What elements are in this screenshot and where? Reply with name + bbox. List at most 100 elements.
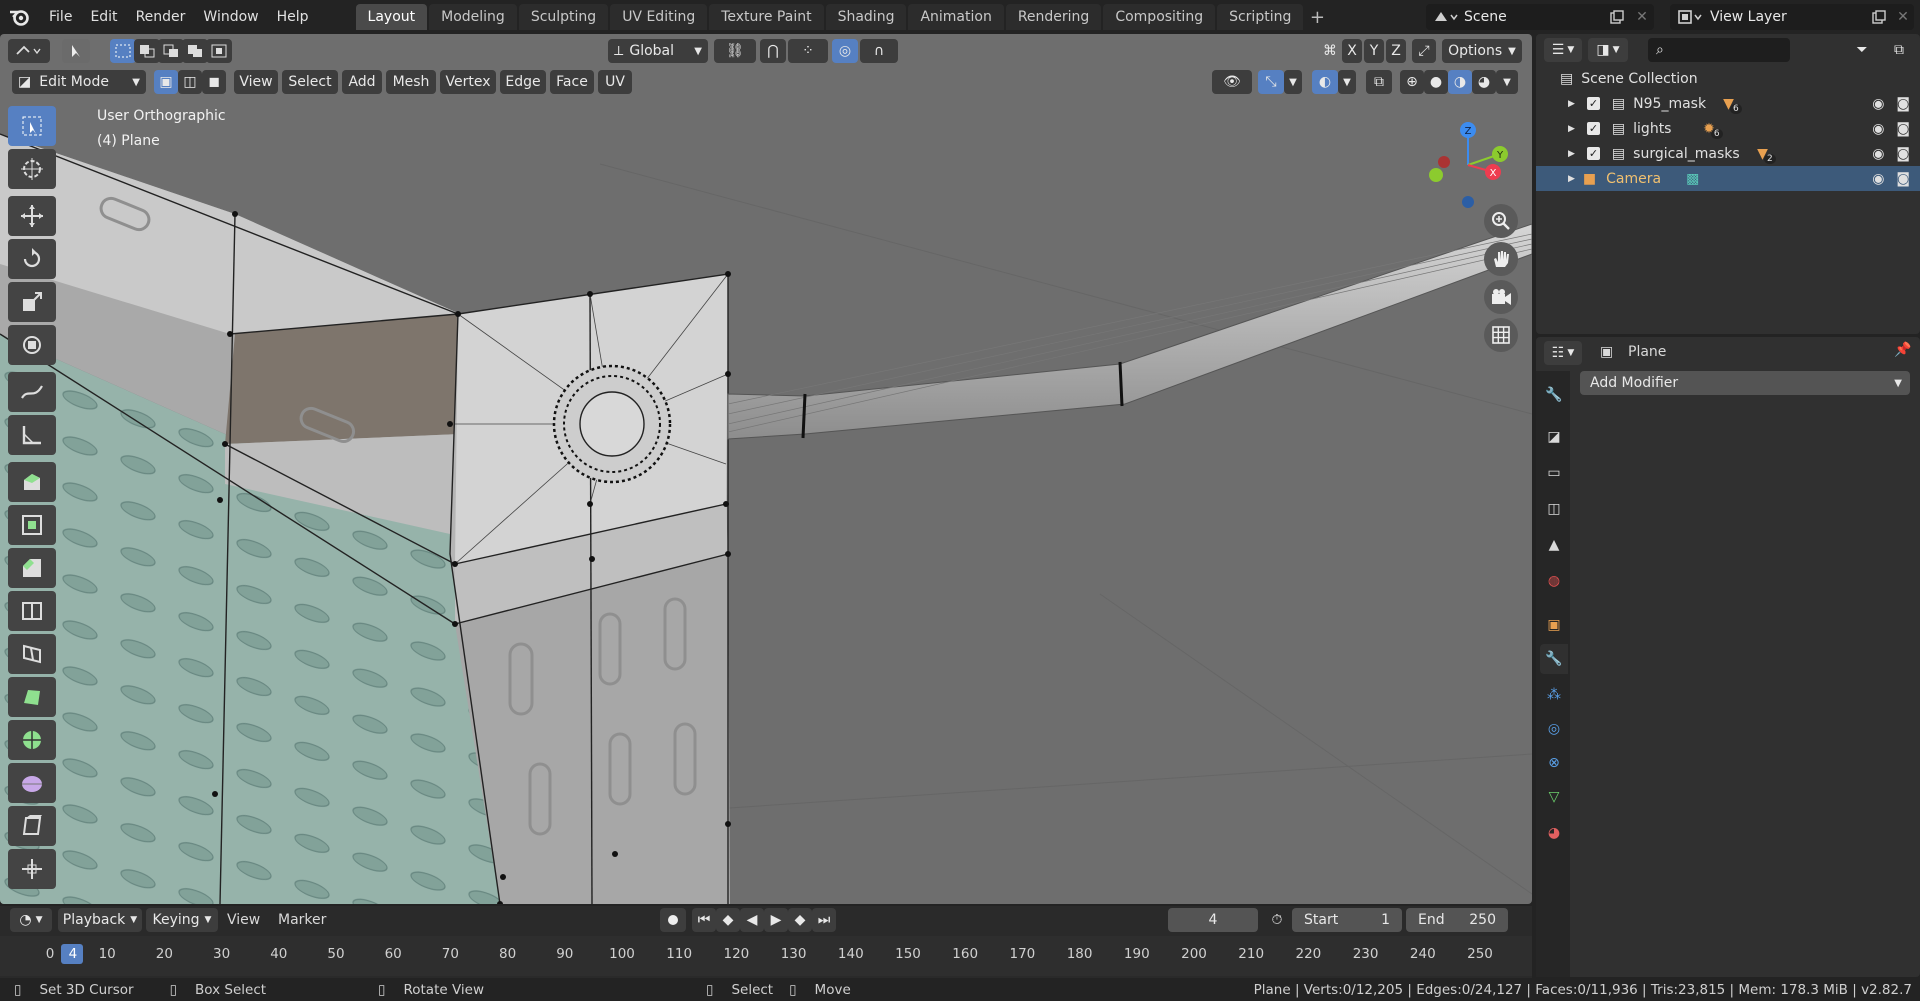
smooth-tool[interactable] bbox=[8, 763, 56, 803]
tab-output[interactable]: ▭ bbox=[1540, 458, 1568, 488]
tab-rendering[interactable]: Rendering bbox=[1005, 4, 1102, 30]
knife-tool[interactable] bbox=[8, 634, 56, 674]
menu-file[interactable]: File bbox=[40, 9, 81, 25]
timeline-view-menu[interactable]: View bbox=[227, 912, 260, 928]
menu-help[interactable]: Help bbox=[268, 9, 318, 25]
select-mode-new-button[interactable] bbox=[110, 39, 136, 63]
options-dropdown[interactable]: Options ▼ bbox=[1442, 39, 1522, 63]
rotate-tool[interactable] bbox=[8, 239, 56, 279]
rip-tool[interactable] bbox=[8, 849, 56, 889]
camera-render-icon[interactable]: ◙ bbox=[1896, 171, 1910, 187]
tab-animation[interactable]: Animation bbox=[908, 4, 1004, 30]
auto-merge-icon[interactable]: ⤢ bbox=[1412, 39, 1436, 63]
menu-vertex[interactable]: Vertex bbox=[440, 70, 496, 94]
menu-uv[interactable]: UV bbox=[598, 70, 632, 94]
tab-shading[interactable]: Shading bbox=[825, 4, 907, 30]
blender-logo-icon[interactable] bbox=[0, 0, 40, 34]
tab-particles[interactable]: ⁂ bbox=[1540, 680, 1568, 710]
pivot-point-dropdown[interactable]: ⛓ bbox=[714, 39, 756, 63]
tab-object[interactable]: ▣ bbox=[1540, 610, 1568, 640]
view-layer-name[interactable]: View Layer bbox=[1710, 9, 1866, 25]
checkbox[interactable]: ✓ bbox=[1586, 122, 1600, 135]
mirror-y-toggle[interactable]: Y bbox=[1364, 39, 1384, 63]
start-frame-field[interactable]: Start 1 bbox=[1292, 908, 1402, 932]
select-mode-invert-button[interactable] bbox=[182, 39, 208, 63]
extrude-tool[interactable] bbox=[8, 462, 56, 502]
tab-scene[interactable]: ▲ bbox=[1540, 530, 1568, 560]
camera-render-icon[interactable]: ◙ bbox=[1896, 96, 1910, 112]
tab-tool[interactable]: 🔧 bbox=[1540, 380, 1568, 410]
eye-icon[interactable]: ◉ bbox=[1872, 146, 1884, 162]
outliner-item-lights[interactable]: ▶ ✓ ▤ lights ✹ 6 ◉ ◙ bbox=[1536, 116, 1920, 141]
jump-end-button[interactable]: ⏭ bbox=[812, 908, 836, 932]
menu-view[interactable]: View bbox=[234, 70, 278, 94]
gizmo-dropdown[interactable]: ▼ bbox=[1284, 70, 1302, 94]
select-box-tool[interactable] bbox=[8, 106, 56, 146]
mirror-z-toggle[interactable]: Z bbox=[1386, 39, 1406, 63]
filter-dropdown[interactable]: ⏷ bbox=[1842, 38, 1882, 62]
shading-dropdown[interactable]: ▼ bbox=[1496, 70, 1518, 94]
ortho-grid-icon[interactable] bbox=[1484, 318, 1518, 352]
outliner-item-n95-mask[interactable]: ▶ ✓ ▤ N95_mask ▼ 6 ◉ ◙ bbox=[1536, 91, 1920, 116]
frame-ruler[interactable]: 0 4 10 20 30 40 50 60 70 80 90 100 110 120 130 140 150 16… bbox=[0, 936, 1532, 976]
new-scene-icon[interactable] bbox=[1604, 10, 1630, 24]
scene-collection-row[interactable]: ▤ Scene Collection bbox=[1536, 66, 1920, 91]
eye-icon[interactable]: ◉ bbox=[1872, 171, 1884, 187]
xray-toggle[interactable]: ⧉ bbox=[1366, 70, 1392, 94]
camera-render-icon[interactable]: ◙ bbox=[1896, 146, 1910, 162]
outliner-search-input[interactable]: ⌕ bbox=[1648, 38, 1790, 62]
mode-dropdown[interactable]: ◪ Edit Mode ▼ bbox=[12, 70, 146, 94]
menu-edge[interactable]: Edge bbox=[500, 70, 546, 94]
overlays-toggle[interactable]: ◐ bbox=[1312, 70, 1338, 94]
outliner-item-camera[interactable]: ▶ ■ Camera ▩ ◉ ◙ bbox=[1536, 166, 1920, 191]
spin-tool[interactable] bbox=[8, 720, 56, 760]
navigation-gizmo[interactable]: Z Y X bbox=[1418, 110, 1518, 210]
inset-tool[interactable] bbox=[8, 505, 56, 545]
tab-physics[interactable]: ◎ bbox=[1540, 714, 1568, 744]
menu-window[interactable]: Window bbox=[194, 9, 267, 25]
snap-target-dropdown[interactable]: ⁘ bbox=[788, 39, 828, 63]
loop-cut-tool[interactable] bbox=[8, 591, 56, 631]
visibility-dropdown[interactable]: 👁 bbox=[1212, 70, 1252, 94]
end-frame-field[interactable]: End 250 bbox=[1406, 908, 1508, 932]
new-view-layer-icon[interactable] bbox=[1866, 10, 1892, 24]
cursor-tool[interactable] bbox=[8, 149, 56, 189]
checkbox[interactable]: ✓ bbox=[1586, 147, 1600, 160]
rendered-shading-button[interactable]: ◕ bbox=[1472, 70, 1496, 94]
overlays-dropdown[interactable]: ▼ bbox=[1338, 70, 1356, 94]
scene-name[interactable]: Scene bbox=[1464, 9, 1604, 25]
menu-mesh[interactable]: Mesh bbox=[386, 70, 436, 94]
remove-view-layer-icon[interactable]: ✕ bbox=[1892, 9, 1914, 25]
tab-layout[interactable]: Layout bbox=[355, 4, 428, 30]
pan-hand-icon[interactable] bbox=[1484, 242, 1518, 276]
tab-data[interactable]: ▽ bbox=[1540, 782, 1568, 812]
tab-view-layer[interactable]: ◫ bbox=[1540, 494, 1568, 524]
expand-arrow-icon[interactable]: ▶ bbox=[1568, 174, 1575, 184]
tab-uv-editing[interactable]: UV Editing bbox=[610, 4, 708, 30]
bevel-tool[interactable] bbox=[8, 548, 56, 588]
tab-compositing[interactable]: Compositing bbox=[1103, 4, 1216, 30]
eye-icon[interactable]: ◉ bbox=[1872, 121, 1884, 137]
select-mode-intersect-button[interactable] bbox=[206, 39, 232, 63]
remove-scene-icon[interactable]: ✕ bbox=[1630, 9, 1654, 25]
timeline-marker-menu[interactable]: Marker bbox=[278, 912, 326, 928]
expand-arrow-icon[interactable]: ▶ bbox=[1568, 149, 1575, 159]
menu-select[interactable]: Select bbox=[282, 70, 338, 94]
select-mode-subtract-button[interactable] bbox=[158, 39, 184, 63]
annotate-tool[interactable] bbox=[8, 372, 56, 412]
mirror-icon[interactable]: ⌘ bbox=[1318, 39, 1342, 63]
view-layer-selector[interactable]: View Layer ✕ bbox=[1670, 4, 1914, 30]
tab-modeling[interactable]: Modeling bbox=[429, 4, 517, 30]
tab-modifiers[interactable]: 🔧 bbox=[1540, 644, 1568, 674]
record-button[interactable] bbox=[660, 908, 686, 932]
poly-build-tool[interactable] bbox=[8, 677, 56, 717]
gizmo-toggle[interactable]: ⤡ bbox=[1258, 70, 1284, 94]
new-collection-button[interactable]: ⧉ bbox=[1886, 38, 1912, 62]
viewport-scene[interactable] bbox=[0, 34, 1532, 904]
menu-face[interactable]: Face bbox=[550, 70, 594, 94]
play-reverse-button[interactable]: ◀ bbox=[740, 908, 764, 932]
edge-select-mode[interactable]: ◫ bbox=[178, 70, 202, 94]
transform-orientation-dropdown[interactable]: ⟂ Global ▼ bbox=[608, 39, 708, 63]
tab-texture-paint[interactable]: Texture Paint bbox=[709, 4, 824, 30]
camera-view-icon[interactable] bbox=[1484, 280, 1518, 314]
